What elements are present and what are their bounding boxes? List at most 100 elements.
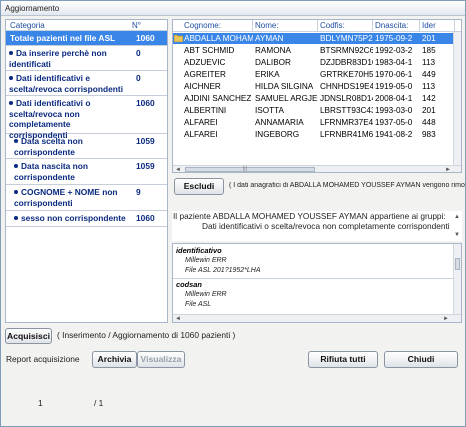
report-label: Report acquisizione — [6, 354, 80, 364]
acquire-button[interactable]: Acquisisci — [5, 328, 52, 344]
cell-codfis: JDNSLR08D14H — [320, 94, 373, 103]
cell-dnascita: 1937-05-0 — [375, 118, 413, 127]
category-count: 1059 — [136, 161, 155, 171]
category-row-not-matching[interactable]: Dati identificativi o scelta/revoca non … — [6, 96, 167, 140]
bullet-icon — [9, 76, 13, 80]
table-horizontal-scrollbar[interactable]: ◄ ||| ► — [173, 165, 461, 172]
category-label: COGNOME + NOME non corrispondenti — [14, 187, 118, 208]
category-label: sesso non corrispondente — [21, 213, 126, 223]
bullet-icon — [14, 164, 18, 168]
category-column-header: Categoria — [10, 21, 45, 30]
column-header-ider[interactable]: Ider — [420, 20, 455, 31]
cell-cognome: ALFAREI — [184, 130, 218, 139]
category-row-sex[interactable]: sesso non corrispondente 1060 — [6, 211, 167, 227]
table-row[interactable]: AICHNER HILDA SILGINA CHNHDS19E42E 1919-… — [173, 81, 455, 92]
category-row-birth-date[interactable]: Data nascita non corrispondente 1059 — [6, 159, 167, 185]
bullet-icon — [14, 190, 18, 194]
scroll-thumb[interactable] — [185, 167, 315, 172]
window-title: Aggiornamento — [1, 1, 465, 16]
scroll-up-icon[interactable]: ▲ — [454, 213, 460, 221]
column-header-codfis[interactable]: Codfis: — [318, 20, 373, 31]
detail-title-identificativo: identificativo — [176, 246, 222, 255]
category-row-name[interactable]: COGNOME + NOME non corrispondenti 9 — [6, 185, 167, 211]
scroll-left-icon[interactable]: ◄ — [175, 315, 181, 322]
cell-dnascita: 1919-05-0 — [375, 82, 413, 91]
detail-line: File ASL 201?1952*LHA — [185, 267, 261, 274]
detail-line: File ASL — [185, 301, 212, 308]
table-row[interactable]: ADZUEVIC DALIBOR DZJDBR83D16Z 1983-04-1 … — [173, 57, 455, 68]
cell-cognome: AJDINI SANCHEZ — [184, 94, 252, 103]
table-row[interactable]: AJDINI SANCHEZ SAMUEL ARGJENT JDNSLR08D1… — [173, 93, 455, 104]
details-panel[interactable]: identificativo Millewin ERR File ASL 201… — [172, 243, 462, 323]
cell-nome: SAMUEL ARGJENT — [255, 94, 318, 103]
category-row-matching[interactable]: Dati identificativi e scelta/revoca corr… — [6, 71, 167, 96]
scroll-right-icon[interactable]: ► — [445, 166, 451, 172]
cell-ider: 113 — [422, 58, 436, 67]
table-row[interactable]: AGREITER ERIKA GRTRKE70H51E 1970-06-1 44… — [173, 69, 455, 80]
category-list-header: Categoria N° — [6, 20, 167, 31]
cell-ider: 201 — [422, 34, 436, 43]
cell-dnascita: 2008-04-1 — [375, 94, 413, 103]
category-list[interactable]: Categoria N° Totale pazienti nel file AS… — [5, 19, 168, 323]
patient-table[interactable]: Cognome: Nome: Codfis: Dnascita: Ider AB… — [172, 19, 462, 173]
cell-codfis: GRTRKE70H51E — [320, 70, 373, 79]
detail-line: Millewin ERR — [185, 291, 227, 298]
cell-codfis: DZJDBR83D16Z — [320, 58, 373, 67]
category-row-choice-date[interactable]: Data scelta non corrispondente 1059 — [6, 134, 167, 159]
table-row[interactable]: ALBERTINI ISOTTA LBRSTT93C43H 1993-03-0 … — [173, 105, 455, 116]
cell-codfis: BDLYMN75P21Z — [320, 34, 373, 43]
cell-ider: 449 — [422, 70, 436, 79]
column-header-dnascita[interactable]: Dnascita: — [373, 20, 420, 31]
cell-codfis: CHNHDS19E42E — [320, 82, 373, 91]
table-row[interactable]: ABT SCHMID RAMONA BTSRMN92C60Z 1992-03-2… — [173, 45, 455, 56]
cell-cognome: AGREITER — [184, 70, 226, 79]
table-vertical-scrollbar[interactable] — [453, 32, 461, 165]
cell-cognome: AICHNER — [184, 82, 221, 91]
archive-button[interactable]: Archivia — [92, 351, 137, 368]
table-row[interactable]: ALFAREI ANNAMARIA LFRNMR37E48C 1937-05-0… — [173, 117, 455, 128]
cell-dnascita: 1983-04-1 — [375, 58, 413, 67]
exclude-button[interactable]: Escludi — [174, 178, 224, 195]
category-label: Da inserire perchè non identificati — [9, 48, 107, 69]
count-column-header: N° — [132, 21, 141, 30]
scroll-thumb[interactable] — [455, 258, 460, 270]
header-divider — [173, 31, 461, 32]
bullet-icon — [14, 139, 18, 143]
cell-dnascita: 1992-03-2 — [375, 46, 413, 55]
scroll-down-icon[interactable]: ▼ — [454, 231, 460, 239]
table-row[interactable]: ALFAREI INGEBORG LFRNBR41M68Z 1941-08-2 … — [173, 129, 455, 140]
category-row-not-identified[interactable]: Da inserire perchè non identificati 0 — [6, 46, 167, 71]
cell-nome: ANNAMARIA — [255, 118, 304, 127]
category-count: 1059 — [136, 136, 155, 146]
column-header-cognome[interactable]: Cognome: — [173, 20, 253, 31]
details-vertical-scrollbar[interactable] — [453, 244, 461, 314]
update-window: Aggiornamento Categoria N° Totale pazien… — [0, 0, 466, 427]
close-button[interactable]: Chiudi — [384, 351, 458, 368]
cell-cognome: ALFAREI — [184, 118, 218, 127]
cell-nome: RAMONA — [255, 46, 291, 55]
cell-nome: ISOTTA — [255, 106, 284, 115]
column-header-nome[interactable]: Nome: — [253, 20, 318, 31]
category-label: Dati identificativi e scelta/revoca corr… — [9, 73, 124, 94]
cell-codfis: LFRNBR41M68Z — [320, 130, 373, 139]
cell-ider: 113 — [422, 82, 436, 91]
details-horizontal-scrollbar[interactable]: ◄ ► — [173, 314, 461, 322]
scroll-left-icon[interactable]: ◄ — [175, 166, 181, 172]
cell-cognome: ABDALLA MOHAMED YO — [184, 34, 253, 43]
cell-nome: AYMAN — [255, 34, 284, 43]
cell-codfis: LFRNMR37E48C — [320, 118, 373, 127]
category-row-total[interactable]: Totale pazienti nel file ASL 1060 — [6, 31, 167, 46]
cell-ider: 448 — [422, 118, 436, 127]
cell-codfis: LBRSTT93C43H — [320, 106, 373, 115]
patient-groups-info: Il paziente ABDALLA MOHAMED YOUSSEF AYMA… — [172, 211, 462, 241]
cell-nome: DALIBOR — [255, 58, 291, 67]
cell-ider: 185 — [422, 46, 436, 55]
detail-line: Millewin ERR — [185, 257, 227, 264]
view-button[interactable]: Visualizza — [137, 351, 185, 368]
cell-codfis: BTSRMN92C60Z — [320, 46, 373, 55]
cell-cognome: ABT SCHMID — [184, 46, 235, 55]
bullet-icon — [9, 101, 13, 105]
table-row[interactable]: ABDALLA MOHAMED YO AYMAN BDLYMN75P21Z 19… — [173, 33, 455, 44]
reject-all-button[interactable]: Rifiuta tutti — [308, 351, 378, 368]
scroll-right-icon[interactable]: ► — [443, 315, 449, 322]
